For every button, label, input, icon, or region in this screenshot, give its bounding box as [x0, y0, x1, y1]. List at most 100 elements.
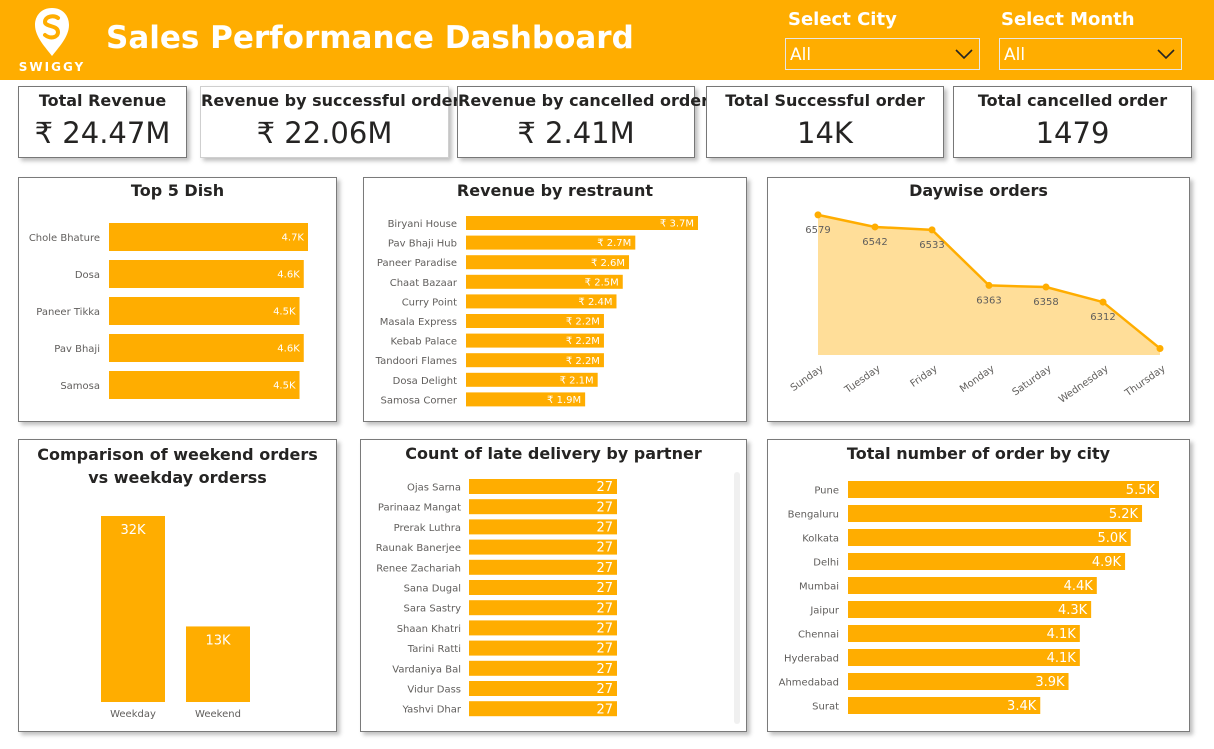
- x-tick-label: Saturday: [1010, 363, 1053, 398]
- x-tick-label: Tuesday: [842, 363, 883, 396]
- bar: [469, 499, 617, 515]
- category-label: Yashvi Dhar: [401, 705, 461, 716]
- data-label: 6358: [1033, 297, 1058, 308]
- x-tick-label: Wednesday: [1057, 363, 1111, 405]
- kpi-card-successful-orders[interactable]: Total Successful order 14K: [706, 86, 944, 158]
- category-label: Curry Point: [402, 297, 457, 308]
- data-label: ₹ 2.7M: [597, 238, 631, 249]
- restaurant-revenue-panel: Revenue by restraunt Biryani House ₹ 3.7M…: [363, 177, 747, 422]
- category-label: Sana Dugal: [404, 584, 461, 595]
- bar: [848, 529, 1131, 546]
- category-label: Biryani House: [388, 219, 457, 230]
- data-label: ₹ 2.4M: [578, 297, 612, 308]
- city-orders-chart: Pune 5.5K Bengaluru 5.2K Kolkata 5.0K Delhi 4.9…: [779, 481, 1159, 714]
- bar: [469, 539, 617, 555]
- bar: [109, 371, 300, 399]
- category-label: Weekend: [195, 709, 241, 720]
- bar: [469, 559, 617, 575]
- bar: [469, 620, 617, 636]
- bar: [848, 481, 1159, 498]
- bar: [109, 260, 304, 288]
- category-label: Shaan Khatri: [397, 624, 461, 635]
- category-label: Vidur Dass: [407, 685, 461, 696]
- data-label: 4.5K: [273, 307, 296, 318]
- data-label: 4.3K: [1058, 603, 1088, 618]
- data-point: [814, 211, 822, 219]
- category-label: Hyderabad: [784, 654, 839, 665]
- category-label: Ahmedabad: [779, 678, 839, 689]
- data-label: 27: [596, 480, 613, 495]
- header-bar: SWIGGY Sales Performance Dashboard Selec…: [0, 0, 1214, 80]
- swiggy-logo: SWIGGY: [16, 6, 88, 76]
- category-label: Pune: [814, 486, 839, 497]
- data-label: 4.9K: [1092, 555, 1122, 570]
- category-label: Pav Bhaji: [54, 344, 100, 355]
- data-label: 5.5K: [1126, 483, 1156, 498]
- kpi-label: Total Revenue: [38, 91, 167, 110]
- kpi-label: Total Successful order: [725, 91, 925, 110]
- category-label: Dosa Delight: [393, 376, 457, 387]
- kpi-label: Total cancelled order: [977, 91, 1168, 110]
- data-point: [928, 226, 936, 234]
- kpi-label: Revenue by successful order: [201, 91, 461, 110]
- chart-scrollbar[interactable]: [734, 472, 740, 724]
- data-label: ₹ 2.5M: [585, 277, 619, 288]
- data-point: [1042, 283, 1050, 291]
- month-slicer-label: Select Month: [1001, 9, 1135, 30]
- data-label: 6542: [862, 237, 887, 248]
- data-label: 4.6K: [277, 344, 300, 355]
- data-label: 4.1K: [1047, 627, 1077, 642]
- category-label: Raunak Banerjee: [376, 543, 461, 554]
- chart-title: Total number of order by city: [846, 444, 1111, 463]
- kpi-card-cancelled-revenue[interactable]: Revenue by cancelled order ₹ 2.41M: [457, 86, 709, 158]
- chart-title: Daywise orders: [909, 181, 1048, 200]
- category-label: Renee Zachariah: [376, 563, 461, 574]
- kpi-value: ₹ 2.41M: [517, 116, 635, 150]
- logo-text: SWIGGY: [18, 60, 86, 74]
- data-label: 4.6K: [277, 270, 300, 281]
- kpi-card-cancelled-orders[interactable]: Total cancelled order 1479: [953, 86, 1192, 158]
- data-label: 6312: [1090, 312, 1115, 323]
- category-label: Jaipur: [809, 606, 840, 617]
- category-label: Kebab Palace: [391, 337, 457, 348]
- category-label: Tarini Ratti: [407, 644, 461, 655]
- category-label: Ojas Sarna: [407, 483, 461, 494]
- month-slicer-dropdown[interactable]: All: [999, 38, 1182, 70]
- kpi-value: 14K: [797, 116, 853, 150]
- data-label: 27: [596, 601, 613, 616]
- chevron-down-icon: [955, 49, 973, 60]
- chart-title: Count of late delivery by partner: [405, 444, 702, 463]
- data-label: 6363: [976, 295, 1001, 306]
- category-label: Chaat Bazaar: [390, 278, 458, 289]
- data-label: 27: [596, 541, 613, 556]
- category-label: Delhi: [813, 558, 839, 569]
- category-label: Prerak Luthra: [394, 523, 461, 534]
- city-slicer-dropdown[interactable]: All: [785, 38, 980, 70]
- x-tick-label: Sunday: [789, 363, 826, 394]
- x-tick-label: Monday: [958, 363, 997, 395]
- category-label: Paneer Tikka: [36, 307, 100, 318]
- data-label: ₹ 2.2M: [566, 356, 600, 367]
- data-label: 27: [596, 561, 613, 576]
- category-label: Surat: [812, 702, 839, 713]
- category-label: Samosa: [60, 381, 100, 392]
- daywise-orders-chart: 6579 Sunday 6542 Tuesday 6533 Friday 6363 Monda…: [789, 211, 1168, 406]
- swiggy-pin-icon: [35, 8, 69, 56]
- kpi-card-total-revenue[interactable]: Total Revenue ₹ 24.47M: [18, 86, 187, 158]
- bar: [848, 577, 1097, 594]
- bar: [469, 640, 617, 656]
- kpi-value: ₹ 24.47M: [34, 116, 171, 150]
- bar: [101, 516, 165, 702]
- chart-title: Revenue by restraunt: [456, 181, 654, 200]
- bar: [469, 660, 617, 676]
- bar: [469, 701, 617, 717]
- data-label: 27: [596, 642, 613, 657]
- data-label: 4.1K: [1047, 651, 1077, 666]
- category-label: Kolkata: [802, 534, 839, 545]
- data-label: 6533: [919, 240, 944, 251]
- data-label: ₹ 1.9M: [547, 395, 581, 406]
- data-label: 4.7K: [282, 233, 305, 244]
- category-label: Chennai: [798, 630, 839, 641]
- data-label: 5.2K: [1109, 507, 1139, 522]
- kpi-card-successful-revenue[interactable]: Revenue by successful order ₹ 22.06M: [200, 86, 461, 158]
